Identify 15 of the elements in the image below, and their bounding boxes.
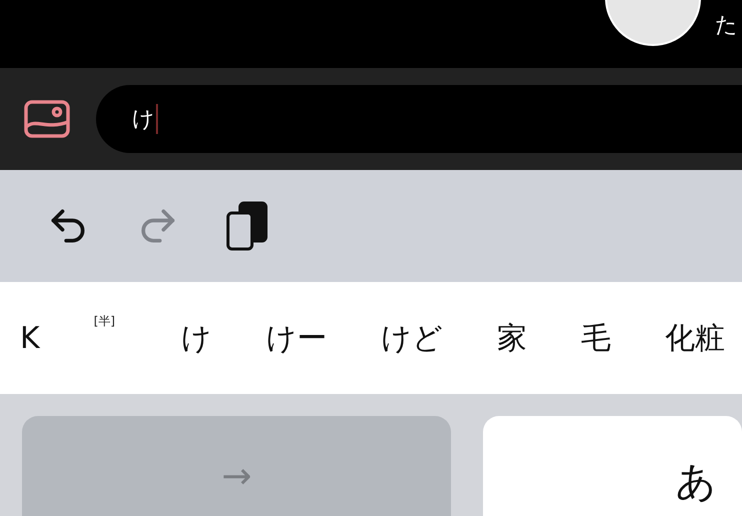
- candidate[interactable]: 化粧: [665, 318, 726, 358]
- input-field[interactable]: け: [96, 85, 742, 153]
- candidate[interactable]: K: [20, 320, 40, 356]
- candidate-note: [半]: [94, 312, 116, 330]
- candidate[interactable]: けー: [266, 318, 328, 358]
- input-text: け: [132, 106, 155, 134]
- user-name: た: [715, 12, 738, 40]
- candidate[interactable]: 毛: [581, 318, 612, 358]
- keyboard-key[interactable]: あ: [483, 416, 742, 516]
- clipboard-icon[interactable]: [226, 201, 268, 251]
- text-cursor: [156, 104, 158, 134]
- image-icon[interactable]: [24, 100, 70, 138]
- candidate[interactable]: 家: [497, 318, 528, 358]
- candidate[interactable]: けど: [381, 318, 444, 358]
- candidate[interactable]: け: [181, 318, 212, 358]
